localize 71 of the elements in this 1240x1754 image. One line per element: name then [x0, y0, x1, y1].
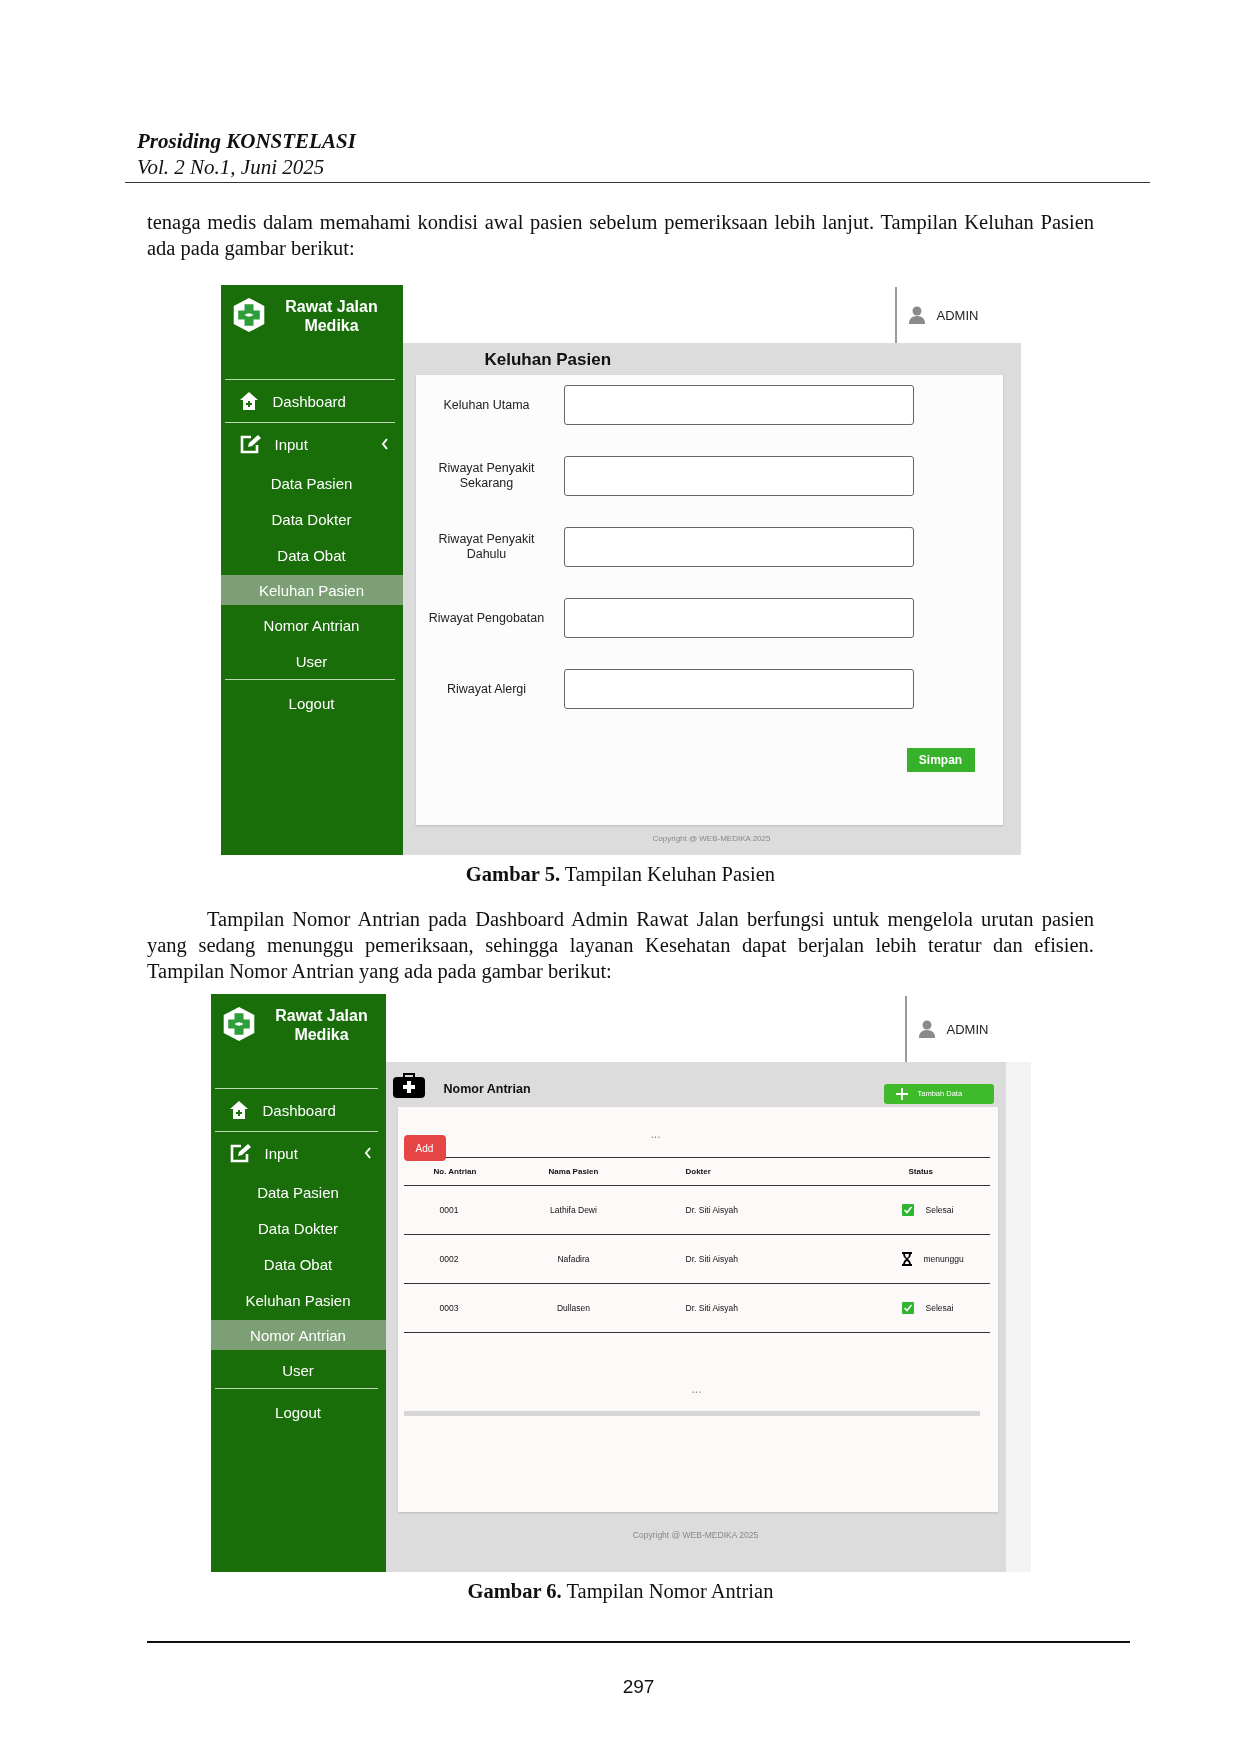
page-number: 297 — [621, 1676, 656, 1698]
sidebar-item[interactable]: Data Pasien — [210, 1174, 386, 1210]
sidebar-item[interactable]: Logout — [220, 680, 403, 726]
input-field[interactable] — [563, 598, 914, 638]
user-name: ADMIN — [936, 307, 979, 323]
column-header: Dokter — [684, 1167, 712, 1176]
status-text: menunggu — [923, 1254, 964, 1264]
chevron-left-icon — [363, 1147, 372, 1159]
sidebar-item[interactable]: Nomor Antrian — [220, 607, 403, 643]
page-title: Keluhan Pasien — [483, 349, 613, 371]
plus-icon — [895, 1087, 908, 1100]
table-cell-text: Dr. Siti Aisyah — [684, 1205, 739, 1215]
copyright: Copyright @ WEB-MEDIKA 2025 — [652, 834, 771, 843]
edit-icon — [238, 434, 261, 454]
table-cell-text: 0001 — [438, 1205, 460, 1215]
home-icon — [228, 1100, 249, 1120]
sidebar-item[interactable]: Dashboard — [210, 1089, 386, 1131]
sidebar-item[interactable]: Keluhan Pasien — [210, 1282, 386, 1318]
sidebar-item[interactable]: User — [210, 1352, 386, 1388]
sidebar-item[interactable]: Data Pasien — [220, 465, 403, 501]
sidebar-item[interactable]: Input — [220, 423, 403, 465]
user-icon — [908, 306, 925, 324]
input-field[interactable] — [563, 527, 914, 567]
field-label: Keluhan Utama — [442, 397, 531, 413]
home-icon — [238, 391, 259, 411]
column-header: Nama Pasien — [547, 1167, 600, 1176]
chevron-left-icon — [380, 438, 389, 450]
scrollbar[interactable] — [403, 1411, 980, 1416]
table-cell-text: Lathifa Dewi — [549, 1205, 598, 1215]
add-button[interactable]: Add — [403, 1135, 446, 1161]
sidebar-item[interactable]: Data Obat — [210, 1246, 386, 1282]
sidebar-item[interactable]: User — [220, 643, 403, 679]
input-field[interactable] — [563, 385, 914, 425]
user-name: ADMIN — [946, 1021, 989, 1037]
sidebar-item[interactable]: Data Dokter — [210, 1210, 386, 1246]
field-label: Riwayat Pengobatan — [427, 610, 546, 626]
copyright: Copyright @ WEB-MEDIKA 2025 — [632, 1530, 759, 1540]
field-label: Riwayat Penyakit Dahulu — [437, 532, 536, 562]
edit-icon — [228, 1143, 251, 1163]
status-text: Selesai — [925, 1205, 954, 1215]
table-cell-text: 0002 — [438, 1254, 460, 1264]
table-cell-text: Nafadira — [556, 1254, 591, 1264]
paragraph: tenaga medis dalam memahami kondisi awal pasien sebelum pemeriksaan lebih lanjut. Tampilan Keluhan Pasien ada pada gambar berikut: — [147, 210, 1094, 261]
brand-name: Rawat Jalan Medika — [274, 1006, 369, 1044]
table-cell-text: Dr. Siti Aisyah — [684, 1254, 739, 1264]
page-title: Nomor Antrian — [443, 1081, 531, 1096]
more-dots: ... — [691, 1382, 702, 1396]
field-label: Riwayat Alergi — [445, 681, 528, 697]
sidebar-item[interactable]: Data Obat — [220, 537, 403, 573]
figure-caption: Gambar 6. Tampilan Nomor Antrian — [467, 1580, 774, 1603]
paragraph: Tampilan Nomor Antrian pada Dashboard Admin Rawat Jalan berfungsi untuk mengelola urutan pasien yang sedang menunggu pemeriksaan, sehingga layanan Kesehatan dapat berjalan lebih teratur dan efisien. Tampilan Nomor Antrian yang ada pada gambar berikut: — [147, 907, 1094, 984]
user-icon — [918, 1020, 935, 1038]
column-header: No. Antrian — [432, 1167, 478, 1176]
journal-title: Prosiding KONSTELASI — [137, 128, 358, 154]
input-field[interactable] — [563, 456, 914, 496]
table-cell-text: Dr. Siti Aisyah — [684, 1303, 739, 1313]
sidebar-item[interactable]: Data Dokter — [220, 501, 403, 537]
table-cell-text: 0003 — [438, 1303, 460, 1313]
medical-kit-icon — [391, 1070, 426, 1099]
journal-issue: Vol. 2 No.1, Juni 2025 — [137, 154, 326, 180]
sidebar-item[interactable]: Logout — [210, 1389, 386, 1435]
brand-name: Rawat Jalan Medika — [284, 297, 379, 335]
figure-caption: Gambar 5. Tampilan Keluhan Pasien — [465, 863, 776, 886]
column-header: Status — [907, 1167, 934, 1176]
input-field[interactable] — [563, 669, 914, 709]
field-label: Riwayat Penyakit Sekarang — [437, 461, 536, 491]
table-cell-text: Dullasen — [555, 1303, 592, 1313]
sidebar-item[interactable]: Input — [210, 1132, 386, 1174]
more-dots: ... — [650, 1127, 661, 1141]
status-text: Selesai — [925, 1303, 954, 1313]
sidebar-item[interactable]: Dashboard — [220, 380, 403, 422]
